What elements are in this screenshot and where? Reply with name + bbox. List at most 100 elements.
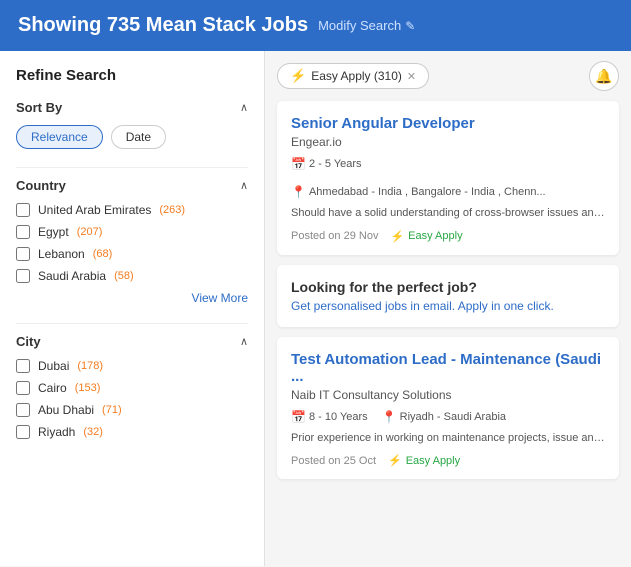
lightning-icon-filter: ⚡: [290, 68, 306, 84]
easy-apply-badge-2[interactable]: ⚡ Easy Apply: [388, 454, 460, 467]
sort-by-chevron: ∧: [240, 101, 248, 114]
city-count-abudhabi: (71): [102, 404, 122, 416]
city-count-dubai: (178): [77, 360, 103, 372]
city-name-cairo: Cairo: [38, 381, 67, 395]
easy-apply-filter-label: Easy Apply (310): [311, 69, 402, 83]
city-item-dubai[interactable]: Dubai (178): [16, 359, 248, 373]
job-card-2: Test Automation Lead - Maintenance (Saud…: [277, 337, 619, 480]
city-name-abudhabi: Abu Dhabi: [38, 403, 94, 417]
city-name-dubai: Dubai: [38, 359, 69, 373]
sort-by-section: Sort By ∧ Relevance Date: [16, 100, 248, 149]
job-title-2[interactable]: Test Automation Lead - Maintenance (Saud…: [291, 351, 605, 385]
country-header: Country ∧: [16, 178, 248, 193]
experience-value-1: 2 - 5 Years: [309, 158, 362, 170]
right-panel: ⚡ Easy Apply (310) ✕ 🔔 Senior Angular De…: [265, 51, 631, 566]
country-name-lebanon: Lebanon: [38, 247, 85, 261]
easy-apply-label-2: Easy Apply: [406, 455, 460, 467]
location-icon-2: 📍: [382, 410, 397, 424]
experience-value-2: 8 - 10 Years: [309, 411, 368, 423]
close-icon-filter: ✕: [407, 70, 416, 83]
country-item-uae[interactable]: United Arab Emirates (263): [16, 203, 248, 217]
easy-apply-badge-1[interactable]: ⚡ Easy Apply: [390, 230, 462, 243]
country-view-more[interactable]: View More: [16, 291, 248, 305]
job-footer-1: Posted on 29 Nov ⚡ Easy Apply: [291, 230, 605, 243]
city-header: City ∧: [16, 334, 248, 349]
country-count-lebanon: (68): [93, 248, 113, 260]
country-section: Country ∧ United Arab Emirates (263) Egy…: [16, 178, 248, 305]
city-count-cairo: (153): [75, 382, 101, 394]
sort-date-button[interactable]: Date: [111, 125, 166, 149]
country-item-egypt[interactable]: Egypt (207): [16, 225, 248, 239]
experience-meta-2: 📅 8 - 10 Years: [291, 410, 368, 424]
sidebar: Refine Search Sort By ∧ Relevance Date C…: [0, 51, 265, 566]
country-checkbox-lebanon[interactable]: [16, 247, 30, 261]
calendar-icon-2: 📅: [291, 410, 306, 424]
notification-button[interactable]: 🔔: [589, 61, 619, 91]
country-checkbox-uae[interactable]: [16, 203, 30, 217]
sort-buttons: Relevance Date: [16, 125, 248, 149]
location-value-1: Ahmedabad - India , Bangalore - India , …: [309, 186, 546, 198]
country-name-saudi: Saudi Arabia: [38, 269, 106, 283]
lightning-icon-1: ⚡: [390, 230, 404, 243]
location-meta-2: 📍 Riyadh - Saudi Arabia: [382, 410, 506, 424]
easy-apply-filter-chip[interactable]: ⚡ Easy Apply (310) ✕: [277, 63, 429, 89]
location-value-2: Riyadh - Saudi Arabia: [400, 411, 506, 423]
modify-search-button[interactable]: Modify Search ✎: [318, 18, 415, 33]
divider-1: [16, 167, 248, 168]
filter-bar: ⚡ Easy Apply (310) ✕ 🔔: [277, 61, 619, 91]
location-meta-1: 📍 Ahmedabad - India , Bangalore - India …: [291, 185, 546, 199]
sort-relevance-button[interactable]: Relevance: [16, 125, 103, 149]
country-count-saudi: (58): [114, 270, 134, 282]
page-title: Showing 735 Mean Stack Jobs: [18, 14, 308, 37]
modify-search-label: Modify Search: [318, 18, 401, 33]
location-icon-1: 📍: [291, 185, 306, 199]
experience-meta-1: 📅 2 - 5 Years: [291, 157, 362, 171]
city-count-riyadh: (32): [83, 426, 103, 438]
city-item-riyadh[interactable]: Riyadh (32): [16, 425, 248, 439]
bell-icon: 🔔: [595, 68, 612, 85]
job-desc-1: Should have a solid understanding of cro…: [291, 205, 605, 222]
job-desc-2: Prior experience in working on maintenan…: [291, 430, 605, 447]
country-chevron: ∧: [240, 179, 248, 192]
city-checkbox-cairo[interactable]: [16, 381, 30, 395]
posted-date-1: Posted on 29 Nov: [291, 230, 378, 242]
city-checkbox-dubai[interactable]: [16, 359, 30, 373]
job-meta-2: 📅 8 - 10 Years 📍 Riyadh - Saudi Arabia: [291, 410, 605, 424]
sort-by-header: Sort By ∧: [16, 100, 248, 115]
city-label: City: [16, 334, 41, 349]
calendar-icon-1: 📅: [291, 157, 306, 171]
company-name-1[interactable]: Engear.io: [291, 135, 605, 149]
city-checkbox-abudhabi[interactable]: [16, 403, 30, 417]
promo-title: Looking for the perfect job?: [291, 279, 605, 295]
promo-card: Looking for the perfect job? Get persona…: [277, 265, 619, 327]
country-name-uae: United Arab Emirates: [38, 203, 151, 217]
job-meta-1: 📅 2 - 5 Years 📍 Ahmedabad - India , Bang…: [291, 157, 605, 199]
country-list: United Arab Emirates (263) Egypt (207) L…: [16, 203, 248, 283]
easy-apply-label-1: Easy Apply: [408, 230, 462, 242]
country-checkbox-saudi[interactable]: [16, 269, 30, 283]
city-checkbox-riyadh[interactable]: [16, 425, 30, 439]
lightning-icon-2: ⚡: [388, 454, 402, 467]
country-label: Country: [16, 178, 66, 193]
country-checkbox-egypt[interactable]: [16, 225, 30, 239]
company-name-2[interactable]: Naib IT Consultancy Solutions: [291, 388, 605, 402]
job-title-1[interactable]: Senior Angular Developer: [291, 115, 605, 132]
country-name-egypt: Egypt: [38, 225, 69, 239]
job-footer-2: Posted on 25 Oct ⚡ Easy Apply: [291, 454, 605, 467]
country-count-uae: (263): [159, 204, 185, 216]
city-item-cairo[interactable]: Cairo (153): [16, 381, 248, 395]
pencil-icon: ✎: [405, 19, 415, 33]
country-item-saudi[interactable]: Saudi Arabia (58): [16, 269, 248, 283]
country-item-lebanon[interactable]: Lebanon (68): [16, 247, 248, 261]
city-item-abudhabi[interactable]: Abu Dhabi (71): [16, 403, 248, 417]
city-section: City ∧ Dubai (178) Cairo (153) Abu Dhabi: [16, 334, 248, 439]
main-layout: Refine Search Sort By ∧ Relevance Date C…: [0, 51, 631, 566]
promo-desc: Get personalised jobs in email. Apply in…: [291, 299, 605, 313]
posted-date-2: Posted on 25 Oct: [291, 455, 376, 467]
city-chevron: ∧: [240, 335, 248, 348]
sort-by-label: Sort By: [16, 100, 62, 115]
city-list: Dubai (178) Cairo (153) Abu Dhabi (71) R…: [16, 359, 248, 439]
divider-2: [16, 323, 248, 324]
sidebar-title: Refine Search: [16, 67, 248, 84]
header: Showing 735 Mean Stack Jobs Modify Searc…: [0, 0, 631, 51]
